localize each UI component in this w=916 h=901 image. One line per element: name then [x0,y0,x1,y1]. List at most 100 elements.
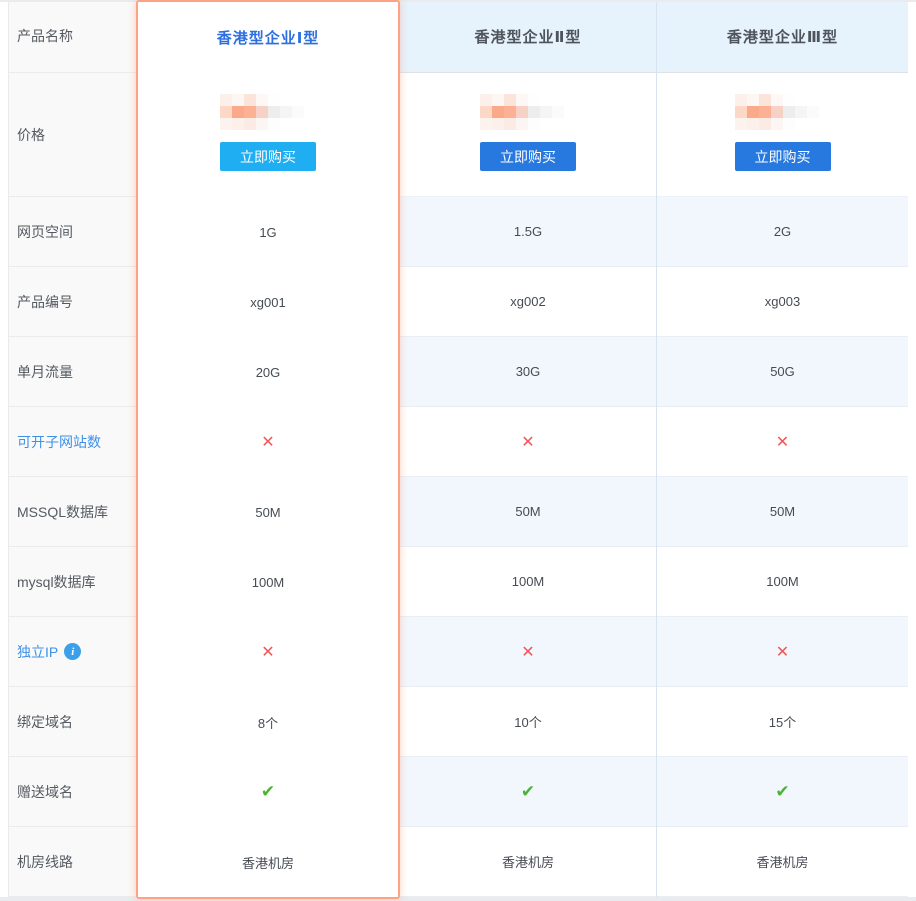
feature-value-cell: ✕ [400,407,656,477]
feature-value-cell: 15个 [657,687,908,757]
feature-value-cell: 50M [657,477,908,547]
corner-label-product-name: 产品名称 [9,0,137,73]
product-name: 香港型企业Ⅰ型 [217,27,320,48]
feature-label-cell: 可开子网站数 [9,407,137,477]
product-column-3: 香港型企业Ⅲ型立即购买 2G xg003 50G ✕ 50M 100M ✕ 15个 ✔ 香港机房 [656,0,908,897]
feature-value-cell: ✕ [138,617,398,687]
cross-icon: ✕ [521,432,534,452]
cross-icon: ✕ [776,642,789,662]
buy-now-button[interactable]: 立即购买 [480,142,576,171]
feature-value-cell: 1G [138,197,398,267]
feature-label-cell: 赠送域名 [9,757,137,827]
feature-label-cell: 绑定域名 [9,687,137,757]
feature-value: 1.5G [514,224,542,239]
product-name-header: 香港型企业Ⅰ型 [138,2,398,73]
cross-icon: ✕ [261,432,274,452]
buy-now-button[interactable]: 立即购买 [735,142,831,171]
feature-value: xg002 [510,294,545,309]
feature-value: 香港机房 [242,853,294,872]
feature-label: 机房线路 [17,852,73,872]
feature-value-cell: 30G [400,337,656,407]
feature-label: 产品编号 [17,292,73,312]
feature-value: 8个 [258,713,278,732]
feature-value: 50M [770,504,795,519]
feature-value-cell: 8个 [138,687,398,757]
feature-value-cell: xg001 [138,267,398,337]
feature-value: 香港机房 [502,852,554,871]
feature-value-cell: 香港机房 [400,827,656,897]
feature-value-cell: xg003 [657,267,908,337]
feature-value-cell: 50G [657,337,908,407]
product-column-2: 香港型企业Ⅱ型立即购买 1.5G xg002 30G ✕ 50M 100M ✕ 10个 ✔ 香港机房 [400,0,656,897]
feature-label-cell: MSSQL数据库 [9,477,137,547]
censored-price [220,94,316,130]
feature-label[interactable]: 可开子网站数 [17,432,101,452]
feature-value-cell: 10个 [400,687,656,757]
feature-value-cell: ✕ [657,407,908,477]
feature-value: 15个 [769,712,796,731]
corner-label-text: 产品名称 [17,26,73,46]
feature-value: 香港机房 [756,852,808,871]
feature-value: 2G [774,224,791,239]
feature-value-cell: 50M [400,477,656,547]
feature-value-cell: ✔ [138,757,398,827]
feature-value: 100M [252,575,285,590]
censored-price [480,94,576,130]
feature-value: 50M [255,505,280,520]
feature-value-cell: 香港机房 [138,827,398,897]
feature-value: 50M [515,504,540,519]
feature-value: 30G [516,364,541,379]
feature-value: 100M [766,574,799,589]
feature-label: mysql数据库 [17,572,96,592]
product-name-header: 香港型企业Ⅲ型 [657,0,908,73]
feature-value-cell: 100M [657,547,908,617]
feature-value-cell: ✔ [400,757,656,827]
feature-value-cell: 100M [138,547,398,617]
feature-value-cell: xg002 [400,267,656,337]
feature-label-cell: 独立IP i [9,617,137,687]
feature-value-cell: 20G [138,337,398,407]
cross-icon: ✕ [261,642,274,662]
product-name: 香港型企业Ⅱ型 [475,26,582,47]
feature-label-cell: 产品编号 [9,267,137,337]
feature-value-cell: ✕ [138,407,398,477]
buy-now-button[interactable]: 立即购买 [220,142,316,171]
price-cell: 立即购买 [657,73,908,197]
feature-value: 20G [256,365,281,380]
info-icon[interactable]: i [64,643,81,660]
feature-label-cell: 网页空间 [9,197,137,267]
feature-label: 网页空间 [17,222,73,242]
price-cell: 立即购买 [138,73,398,197]
product-name: 香港型企业Ⅲ型 [727,26,838,47]
feature-label: MSSQL数据库 [17,502,108,522]
highlighted-product-card: 香港型企业Ⅰ型立即购买 1G xg001 20G ✕ 50M 100M ✕ 8个 ✔ 香港机房 [136,0,400,899]
feature-label: 单月流量 [17,362,73,382]
check-icon: ✔ [521,782,535,802]
feature-value: xg001 [250,295,285,310]
feature-label: 赠送域名 [17,782,73,802]
price-row-label: 价格 [9,73,137,197]
feature-value-cell: 2G [657,197,908,267]
feature-label-cell: mysql数据库 [9,547,137,617]
check-icon: ✔ [261,782,275,802]
feature-label-cell: 机房线路 [9,827,137,897]
feature-value-cell: 1.5G [400,197,656,267]
feature-value-cell: 100M [400,547,656,617]
censored-price [735,94,831,130]
feature-label-cell: 单月流量 [9,337,137,407]
feature-value-cell: 50M [138,477,398,547]
feature-value-cell: ✕ [657,617,908,687]
product-name-header: 香港型企业Ⅱ型 [400,0,656,73]
feature-value-cell: 香港机房 [657,827,908,897]
cross-icon: ✕ [521,642,534,662]
feature-value-cell: ✕ [400,617,656,687]
check-icon: ✔ [775,782,789,802]
feature-labels-column: 产品名称 价格 网页空间产品编号单月流量可开子网站数 MSSQL数据库 mysql数… [8,0,137,897]
feature-value: xg003 [765,294,800,309]
feature-label: 绑定域名 [17,712,73,732]
cross-icon: ✕ [776,432,789,452]
price-cell: 立即购买 [400,73,656,197]
feature-label[interactable]: 独立IP [17,642,58,662]
feature-value: 50G [770,364,795,379]
price-label-text: 价格 [17,125,45,145]
